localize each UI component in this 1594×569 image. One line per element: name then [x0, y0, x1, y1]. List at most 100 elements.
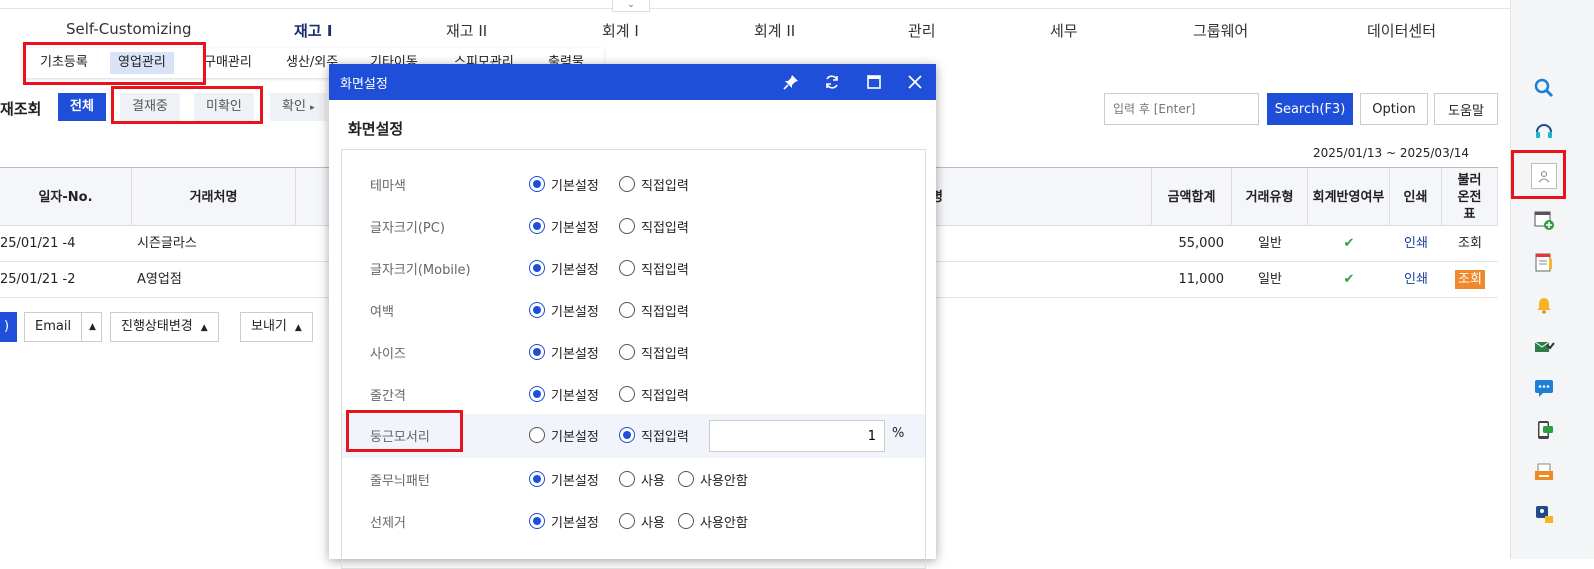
radio-checked-icon	[529, 386, 545, 402]
status-change-button[interactable]: 진행상태변경 ▲	[110, 312, 219, 342]
user-lock-icon[interactable]	[1532, 502, 1556, 526]
load-link[interactable]: 조회	[1442, 226, 1498, 262]
setting-label: 글자크기(Mobile)	[370, 263, 471, 278]
nav-accounting-2[interactable]: 회계 II	[754, 20, 795, 41]
page-title: 재조회	[0, 100, 42, 118]
nav-inventory-1[interactable]: 재고 I	[294, 20, 332, 41]
search-icon[interactable]	[1532, 76, 1556, 100]
radio-default[interactable]: 기본설정	[529, 217, 599, 236]
radio-unchecked-icon	[678, 471, 694, 487]
radio-default[interactable]: 기본설정	[529, 512, 599, 531]
bottom-first-button[interactable]: )	[0, 312, 17, 342]
radio-checked-icon	[619, 427, 635, 443]
collapse-toggle[interactable]: ⌄	[612, 0, 650, 12]
radio-not-use[interactable]: 사용안함	[678, 512, 748, 531]
maximize-icon[interactable]	[862, 70, 886, 94]
submenu-basic-registration[interactable]: 기초등록	[32, 52, 96, 74]
setting-row-line-removal: 선제거 기본설정 사용 사용안함	[342, 500, 925, 542]
mail-check-icon[interactable]	[1532, 334, 1556, 358]
cell-customer[interactable]: A영업점	[137, 262, 182, 298]
nav-self-customizing[interactable]: Self-Customizing	[66, 20, 192, 38]
col-date-no[interactable]: 일자-No.	[0, 168, 132, 227]
radio-unchecked-icon	[619, 471, 635, 487]
help-button[interactable]: 도움말	[1434, 93, 1498, 125]
nav-inventory-2[interactable]: 재고 II	[446, 20, 487, 41]
submenu-purchase-management[interactable]: 구매관리	[196, 52, 260, 74]
mobile-message-icon[interactable]	[1532, 418, 1556, 442]
radio-custom[interactable]: 직접입력	[619, 259, 689, 278]
radio-default[interactable]: 기본설정	[529, 259, 599, 278]
radio-not-use[interactable]: 사용안함	[678, 470, 748, 489]
option-label: 직접입력	[641, 346, 689, 362]
nav-tax[interactable]: 세무	[1050, 20, 1078, 41]
add-window-icon[interactable]	[1532, 208, 1556, 232]
option-label: 직접입력	[641, 429, 689, 445]
filter-unconfirmed-tab[interactable]: 미확인	[194, 93, 254, 121]
setting-row-theme: 테마색 기본설정 직접입력	[342, 163, 925, 205]
col-customer[interactable]: 거래처명	[132, 168, 296, 227]
option-label: 기본설정	[551, 178, 599, 194]
top-navigation: Self-Customizing 재고 I 재고 II 회계 I 회계 II 관…	[0, 8, 1510, 52]
bell-icon[interactable]	[1532, 292, 1556, 316]
radio-custom[interactable]: 직접입력	[619, 385, 689, 404]
close-icon[interactable]	[903, 70, 927, 94]
col-amount[interactable]: 금액합계	[1152, 168, 1232, 227]
nav-data-center[interactable]: 데이터센터	[1367, 20, 1436, 41]
print-tray-icon[interactable]	[1532, 460, 1556, 484]
nav-management[interactable]: 관리	[908, 20, 936, 41]
option-button[interactable]: Option	[1360, 93, 1428, 125]
radio-use[interactable]: 사용	[619, 512, 665, 531]
email-button[interactable]: Email ▲	[24, 312, 102, 342]
settings-panel: 테마색 기본설정 직접입력 글자크기(PC) 기본설정 직접입력 글자크기(Mo…	[341, 149, 926, 569]
print-link[interactable]: 인쇄	[1390, 226, 1442, 262]
headset-icon[interactable]	[1532, 119, 1556, 143]
col-trade-type[interactable]: 거래유형	[1232, 168, 1308, 227]
radio-default[interactable]: 기본설정	[529, 385, 599, 404]
user-icon[interactable]	[1531, 163, 1557, 189]
triangle-right-icon: ▸	[310, 103, 315, 113]
chat-icon[interactable]	[1532, 376, 1556, 400]
filter-pending-tab[interactable]: 결재중	[120, 93, 180, 121]
search-button[interactable]: Search(F3)	[1267, 93, 1353, 125]
radio-custom[interactable]: 직접입력	[619, 217, 689, 236]
pin-icon[interactable]	[779, 70, 803, 94]
percent-unit: %	[892, 426, 905, 441]
radio-custom[interactable]: 직접입력	[619, 426, 689, 445]
export-button[interactable]: 보내기 ▲	[240, 312, 313, 342]
submenu-sales-management[interactable]: 영업관리	[110, 52, 174, 74]
option-label: 사용안함	[700, 473, 748, 489]
nav-groupware[interactable]: 그룹웨어	[1193, 20, 1248, 41]
setting-label: 둥근모서리	[370, 430, 430, 445]
option-label: 직접입력	[641, 304, 689, 320]
checkmark-icon: ✔	[1343, 236, 1355, 251]
radio-use[interactable]: 사용	[619, 470, 665, 489]
radio-default[interactable]: 기본설정	[529, 175, 599, 194]
cell-date-no[interactable]: 25/01/21 -4	[0, 226, 75, 262]
radio-default[interactable]: 기본설정	[529, 301, 599, 320]
cell-customer[interactable]: 시즌글라스	[137, 226, 197, 262]
radio-custom[interactable]: 직접입력	[619, 301, 689, 320]
radio-default[interactable]: 기본설정	[529, 343, 599, 362]
load-link[interactable]: 조회	[1442, 262, 1498, 298]
col-loaded-slip[interactable]: 불러온전표	[1442, 168, 1498, 227]
radio-default[interactable]: 기본설정	[529, 426, 599, 445]
search-input[interactable]	[1104, 93, 1259, 125]
setting-label: 테마색	[370, 179, 406, 194]
radio-custom[interactable]: 직접입력	[619, 175, 689, 194]
cell-date-no[interactable]: 25/01/21 -2	[0, 262, 75, 298]
col-print[interactable]: 인쇄	[1390, 168, 1442, 227]
radio-custom[interactable]: 직접입력	[619, 343, 689, 362]
filter-all-tab[interactable]: 전체	[58, 93, 106, 121]
radio-default[interactable]: 기본설정	[529, 470, 599, 489]
col-accounting-reflected[interactable]: 회계반영여부	[1308, 168, 1390, 227]
print-link[interactable]: 인쇄	[1390, 262, 1442, 298]
refresh-icon[interactable]	[820, 70, 844, 94]
option-label: 기본설정	[551, 473, 599, 489]
radio-checked-icon	[529, 513, 545, 529]
corner-radius-input[interactable]	[709, 420, 885, 452]
filter-confirmed-tab[interactable]: 확인 ▸	[270, 93, 327, 121]
right-sidebar	[1510, 0, 1594, 559]
nav-accounting-1[interactable]: 회계 I	[602, 20, 639, 41]
memo-icon[interactable]	[1532, 250, 1556, 274]
email-dropdown-icon[interactable]: ▲	[81, 313, 103, 341]
